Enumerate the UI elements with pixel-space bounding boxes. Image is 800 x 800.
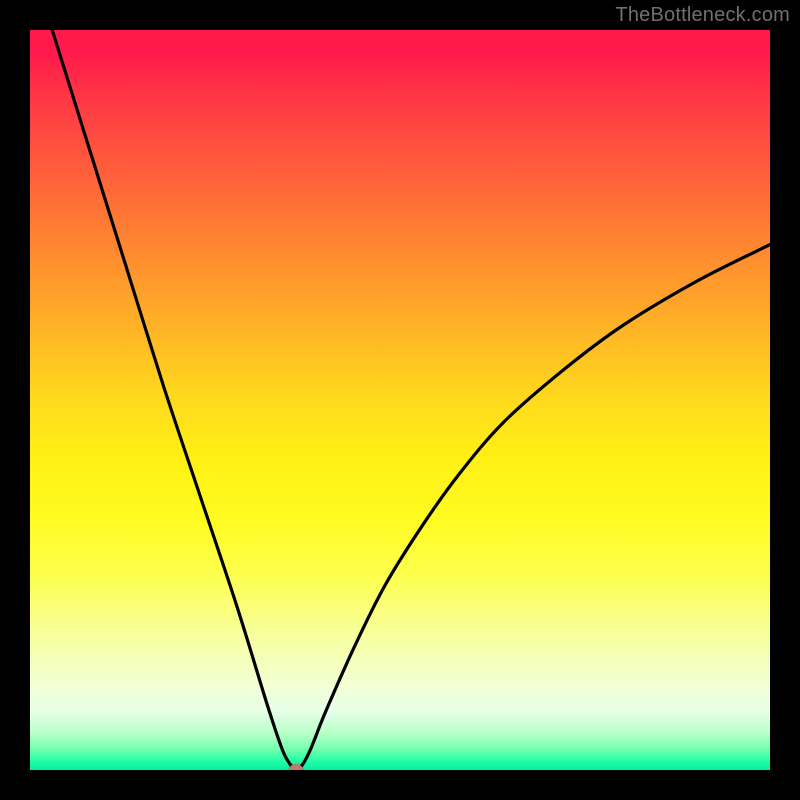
chart-frame: TheBottleneck.com xyxy=(0,0,800,800)
watermark-text: TheBottleneck.com xyxy=(615,4,790,27)
optimal-point-marker xyxy=(289,764,303,770)
bottleneck-curve xyxy=(52,30,770,770)
plot-area xyxy=(30,30,770,770)
curve-svg xyxy=(30,30,770,770)
